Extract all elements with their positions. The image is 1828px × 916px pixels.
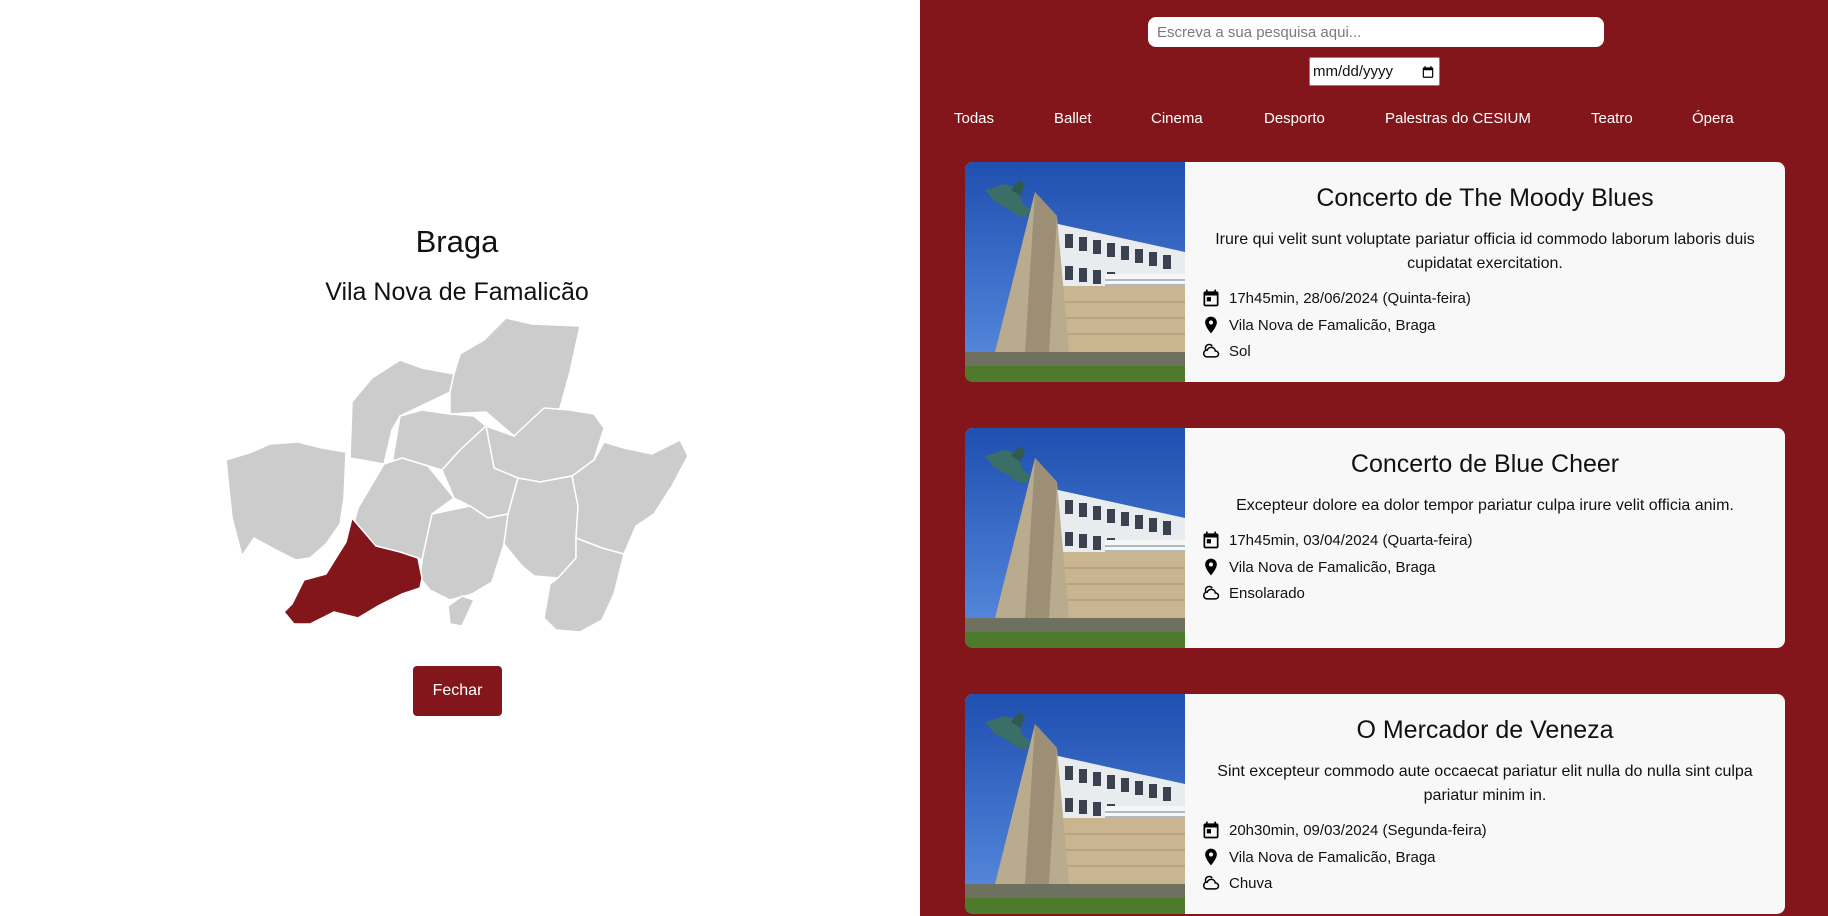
tab-desporto[interactable]: Desporto <box>1264 110 1325 127</box>
category-tabs: Todas Ballet Cinema Desporto Palestras d… <box>920 110 1828 130</box>
event-location-text: Vila Nova de Famalicão, Braga <box>1229 558 1436 576</box>
search-input[interactable] <box>1148 17 1604 47</box>
cloud-sun-icon <box>1202 585 1220 600</box>
event-weather: Ensolarado <box>1201 583 1305 603</box>
event-location: Vila Nova de Famalicão, Braga <box>1201 847 1436 867</box>
date-filter[interactable]: mm/dd/yyyy <box>1309 57 1440 86</box>
event-weather: Chuva <box>1201 873 1272 893</box>
event-location-text: Vila Nova de Famalicão, Braga <box>1229 316 1436 334</box>
close-button[interactable]: Fechar <box>413 666 502 716</box>
map-region-south-small[interactable] <box>447 595 475 627</box>
event-datetime-text: 17h45min, 03/04/2024 (Quarta-feira) <box>1229 531 1473 549</box>
event-card[interactable]: Concerto de The Moody Blues Irure qui ve… <box>965 162 1785 382</box>
event-weather-text: Ensolarado <box>1229 584 1305 602</box>
event-card-body: Concerto de The Moody Blues Irure qui ve… <box>1185 162 1785 382</box>
municipality-title: Vila Nova de Famalicão <box>325 278 589 306</box>
date-filter-value: mm/dd/yyyy <box>1313 63 1394 80</box>
event-datetime: 17h45min, 03/04/2024 (Quarta-feira) <box>1201 530 1472 550</box>
event-datetime-text: 20h30min, 09/03/2024 (Segunda-feira) <box>1229 821 1487 839</box>
map-region-south-centre[interactable] <box>419 505 509 601</box>
tab-teatro[interactable]: Teatro <box>1591 110 1633 127</box>
calendar-icon[interactable] <box>1421 65 1435 79</box>
event-datetime: 17h45min, 28/06/2024 (Quinta-feira) <box>1201 288 1471 308</box>
event-title: Concerto de The Moody Blues <box>1316 184 1654 212</box>
event-description: Sint excepteur commodo aute occaecat par… <box>1217 763 1753 804</box>
district-map <box>225 318 689 633</box>
map-region-east-centre[interactable] <box>503 475 579 579</box>
district-title: Braga <box>415 224 499 259</box>
event-datetime-text: 17h45min, 28/06/2024 (Quinta-feira) <box>1229 289 1471 307</box>
cloud-sun-icon <box>1202 343 1220 358</box>
event-image <box>965 162 1185 382</box>
calendar-icon <box>1203 289 1219 307</box>
event-card-body: O Mercador de Veneza Sint excepteur comm… <box>1185 694 1785 914</box>
map-panel: Braga Vila Nova de Famalicão Fechar <box>0 0 920 916</box>
page: Braga Vila Nova de Famalicão Fechar Escr… <box>0 0 1828 916</box>
location-pin-icon <box>1205 316 1217 334</box>
event-weather-text: Sol <box>1229 342 1251 360</box>
event-datetime: 20h30min, 09/03/2024 (Segunda-feira) <box>1201 820 1487 840</box>
tab-opera[interactable]: Ópera <box>1692 110 1734 127</box>
tab-cinema[interactable]: Cinema <box>1151 110 1203 127</box>
tab-ballet[interactable]: Ballet <box>1054 110 1092 127</box>
calendar-icon <box>1203 821 1219 839</box>
tab-palestras-do-cesium[interactable]: Palestras do CESIUM <box>1385 110 1531 127</box>
location-pin-icon <box>1205 848 1217 866</box>
calendar-icon <box>1203 531 1219 549</box>
event-description: Irure qui velit sunt voluptate pariatur … <box>1215 231 1755 272</box>
event-location-text: Vila Nova de Famalicão, Braga <box>1229 848 1436 866</box>
event-weather: Sol <box>1201 341 1251 361</box>
event-title: Concerto de Blue Cheer <box>1350 450 1620 478</box>
map-region-west[interactable] <box>225 441 347 561</box>
event-image <box>965 428 1185 648</box>
event-title: O Mercador de Veneza <box>1356 716 1614 744</box>
location-pin-icon <box>1205 558 1217 576</box>
cloud-sun-icon <box>1202 875 1220 890</box>
event-location: Vila Nova de Famalicão, Braga <box>1201 315 1436 335</box>
tab-todas[interactable]: Todas <box>954 110 994 127</box>
event-card-body: Concerto de Blue Cheer Excepteur dolore … <box>1185 428 1785 648</box>
event-image <box>965 694 1185 914</box>
events-panel: mm/dd/yyyy Todas Ballet Cinema Desporto … <box>920 0 1828 916</box>
event-location: Vila Nova de Famalicão, Braga <box>1201 557 1436 577</box>
event-card[interactable]: Concerto de Blue Cheer Excepteur dolore … <box>965 428 1785 648</box>
event-description: Excepteur dolore ea dolor tempor pariatu… <box>1236 497 1734 514</box>
event-weather-text: Chuva <box>1229 874 1273 892</box>
event-card[interactable]: O Mercador de Veneza Sint excepteur comm… <box>965 694 1785 914</box>
